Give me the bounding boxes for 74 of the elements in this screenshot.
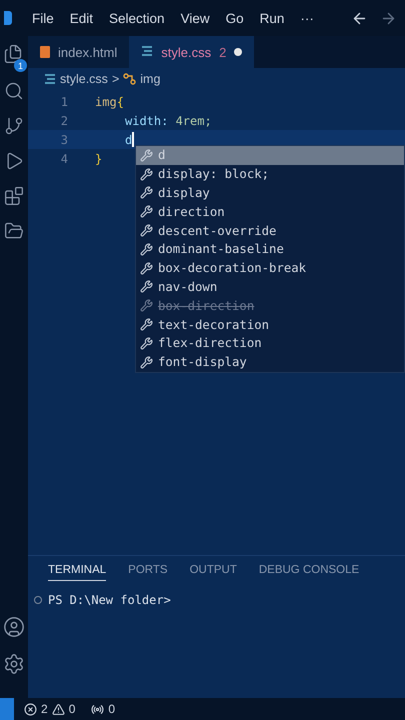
warning-icon[interactable] (52, 702, 65, 716)
suggestion-item[interactable]: display (136, 184, 404, 202)
suggestion-item[interactable]: direction (136, 202, 404, 222)
breadcrumb-file[interactable]: style.css (60, 72, 108, 86)
code-token: } (95, 152, 102, 166)
html-file-icon (40, 46, 50, 58)
editor-tab[interactable]: index.html (28, 36, 130, 68)
error-count: 2 (41, 702, 48, 716)
wrench-icon (140, 280, 153, 294)
problem-count: 2 (219, 44, 226, 60)
wrench-icon (140, 242, 153, 256)
warning-count: 0 (68, 702, 76, 716)
explorer-icon[interactable] (3, 44, 23, 64)
wrench-icon (140, 318, 153, 332)
tab-label: style.css (161, 44, 212, 60)
suggestion-item[interactable]: descent-override (136, 221, 404, 240)
panel-tab[interactable]: TERMINAL (48, 564, 106, 581)
ports-icon[interactable] (91, 702, 104, 716)
menu-item[interactable]: Edit (62, 10, 102, 26)
menu-item[interactable]: View (172, 10, 218, 26)
css-file-icon (44, 74, 56, 84)
code-token: 4rem; (176, 114, 212, 128)
menu-item[interactable]: Run (252, 10, 292, 26)
text-cursor (132, 132, 134, 147)
suggestion-item[interactable]: font-display (136, 352, 404, 372)
status-circle-icon (34, 596, 42, 604)
wrench-icon (140, 356, 153, 369)
panel-tab[interactable]: PORTS (128, 564, 168, 581)
wrench-icon (140, 168, 153, 181)
editor-tab[interactable]: style.css 2 (129, 36, 254, 68)
breadcrumb-separator: > (112, 72, 120, 86)
wrench-icon (140, 299, 153, 312)
account-icon[interactable] (3, 616, 25, 638)
code-token: img (95, 94, 117, 108)
branch-icon[interactable] (4, 116, 24, 136)
wrench-icon (140, 148, 153, 162)
terminal-prompt: PS D:\New folder> (48, 593, 171, 607)
suggestion-item[interactable]: flex-direction (136, 334, 404, 353)
suggestion-item[interactable]: text-decoration (136, 315, 404, 334)
menu-item[interactable]: Selection (101, 10, 173, 26)
panel-tab[interactable]: DEBUG CONSOLE (258, 564, 360, 581)
wrench-icon (140, 336, 153, 350)
search-icon[interactable] (4, 81, 24, 101)
breadcrumb-symbol[interactable]: img (140, 72, 160, 86)
notification-badge: 1 (14, 59, 27, 72)
suggestion-item[interactable]: box-direction (136, 296, 404, 316)
ports-count: 0 (108, 702, 116, 716)
menu-item[interactable]: File (24, 10, 62, 26)
wrench-icon (140, 186, 153, 200)
settings-icon[interactable] (3, 653, 25, 675)
line-number: 2 (60, 114, 69, 128)
line-number: 4 (60, 152, 69, 166)
error-icon[interactable] (24, 702, 37, 716)
code-token: { (116, 94, 124, 108)
css-file-icon (141, 45, 154, 59)
suggestion-item[interactable]: dominant-baseline (136, 240, 404, 259)
tab-label: index.html (58, 44, 118, 60)
wrench-icon (140, 262, 153, 275)
code-token: width: (125, 114, 170, 128)
menu-item[interactable]: Go (218, 10, 252, 26)
suggestion-item[interactable]: box-decoration-break (136, 258, 404, 278)
line-number: 1 (60, 94, 69, 108)
folder-icon[interactable] (4, 221, 24, 241)
suggestion-item[interactable]: nav-down (136, 278, 404, 296)
wrench-icon (140, 224, 153, 238)
app-logo-icon (4, 11, 12, 25)
suggestion-item[interactable]: display: block; (136, 164, 404, 184)
symbol-icon (123, 73, 136, 85)
wrench-icon (140, 205, 153, 218)
menu-item[interactable]: ··· (292, 10, 322, 26)
panel-tab[interactable]: OUTPUT (190, 564, 237, 581)
extensions-icon[interactable] (4, 186, 24, 206)
line-number: 3 (60, 132, 69, 146)
code-token: d (125, 132, 132, 146)
